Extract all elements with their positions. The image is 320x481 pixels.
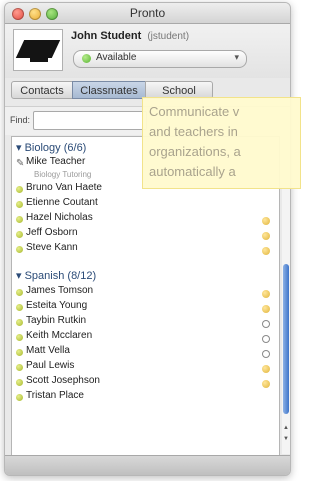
list-item[interactable]: Tristan Place xyxy=(26,390,84,401)
tab-contacts[interactable]: Contacts xyxy=(11,81,73,99)
user-handle: (jstudent) xyxy=(147,31,190,42)
group-title: Spanish (8/12) xyxy=(24,270,97,282)
status-dot-icon xyxy=(16,246,23,253)
scroll-down-icon[interactable]: ▼ xyxy=(282,436,290,446)
offline-status-icon xyxy=(262,335,270,343)
list-item[interactable]: Taybin Rutkin xyxy=(26,315,86,326)
find-input[interactable] xyxy=(33,111,147,130)
list-item[interactable]: Keith Mcclaren xyxy=(26,330,92,341)
status-dot-icon xyxy=(16,334,23,341)
list-item[interactable]: Jeff Osborn xyxy=(26,227,78,238)
list-item[interactable]: Mike Teacher xyxy=(26,156,85,167)
list-item[interactable]: Scott Josephson xyxy=(26,375,100,386)
away-status-icon xyxy=(262,365,270,373)
cap-base-shape xyxy=(30,54,48,62)
pencil-icon: ✎ xyxy=(16,158,25,169)
user-header: John Student (jstudent) Available ▾ xyxy=(5,24,290,78)
title-bar: Pronto xyxy=(5,3,290,24)
status-dot-icon xyxy=(16,216,23,223)
tab-classmates[interactable]: Classmates xyxy=(72,81,146,99)
available-status-icon xyxy=(82,54,91,63)
disclosure-triangle-icon[interactable]: ▾ xyxy=(16,142,22,154)
disclosure-triangle-icon[interactable]: ▾ xyxy=(16,270,22,282)
status-dot-icon xyxy=(16,349,23,356)
pronto-window: Pronto John Student (jstudent) Available… xyxy=(4,2,291,476)
group-header-spanish[interactable]: ▾ Spanish (8/12) xyxy=(16,269,96,282)
callout-line: organizations, a xyxy=(149,144,241,159)
graduation-cap-avatar-icon[interactable] xyxy=(13,29,63,71)
away-status-icon xyxy=(262,380,270,388)
away-status-icon xyxy=(262,305,270,313)
status-dot-icon xyxy=(16,364,23,371)
user-name-text: John Student xyxy=(71,30,142,42)
list-item[interactable]: Paul Lewis xyxy=(26,360,74,371)
group-title: Biology (6/6) xyxy=(24,142,87,154)
away-status-icon xyxy=(262,247,270,255)
group-header-biology[interactable]: ▾ Biology (6/6) xyxy=(16,141,86,154)
status-dot-icon xyxy=(16,304,23,311)
callout-line: and teachers in xyxy=(149,124,238,139)
scroll-up-icon[interactable]: ▲ xyxy=(282,425,290,435)
status-dot-icon xyxy=(16,186,23,193)
bottom-bar xyxy=(5,455,290,475)
list-item[interactable]: Hazel Nicholas xyxy=(26,212,93,223)
away-status-icon xyxy=(262,232,270,240)
status-value: Available xyxy=(96,52,137,63)
feature-callout: Communicate v and teachers in organizati… xyxy=(142,97,301,189)
list-item[interactable]: Steve Kann xyxy=(26,242,78,253)
list-item[interactable]: Etienne Coutant xyxy=(26,197,98,208)
status-dot-icon xyxy=(16,394,23,401)
offline-status-icon xyxy=(262,350,270,358)
list-item[interactable]: Matt Vella xyxy=(26,345,70,356)
callout-line: Communicate v xyxy=(149,104,240,119)
chevron-down-icon: ▾ xyxy=(234,52,239,62)
callout-line: automatically a xyxy=(149,164,236,179)
status-dot-icon xyxy=(16,319,23,326)
window-title: Pronto xyxy=(129,6,166,20)
away-status-icon xyxy=(262,290,270,298)
status-dot-icon xyxy=(16,289,23,296)
status-dropdown[interactable]: Available ▾ xyxy=(73,50,247,68)
away-status-icon xyxy=(262,217,270,225)
list-item-sublabel: Biology Tutoring xyxy=(34,170,92,179)
user-name: John Student (jstudent) xyxy=(71,30,189,42)
list-item[interactable]: Esteita Young xyxy=(26,300,87,311)
status-dot-icon xyxy=(16,231,23,238)
list-item[interactable]: Bruno Van Haete xyxy=(26,182,102,193)
offline-status-icon xyxy=(262,320,270,328)
status-dot-icon xyxy=(16,201,23,208)
list-item[interactable]: James Tomson xyxy=(26,285,93,296)
find-label: Find: xyxy=(10,115,31,125)
status-dot-icon xyxy=(16,379,23,386)
scroll-thumb[interactable] xyxy=(283,264,289,414)
